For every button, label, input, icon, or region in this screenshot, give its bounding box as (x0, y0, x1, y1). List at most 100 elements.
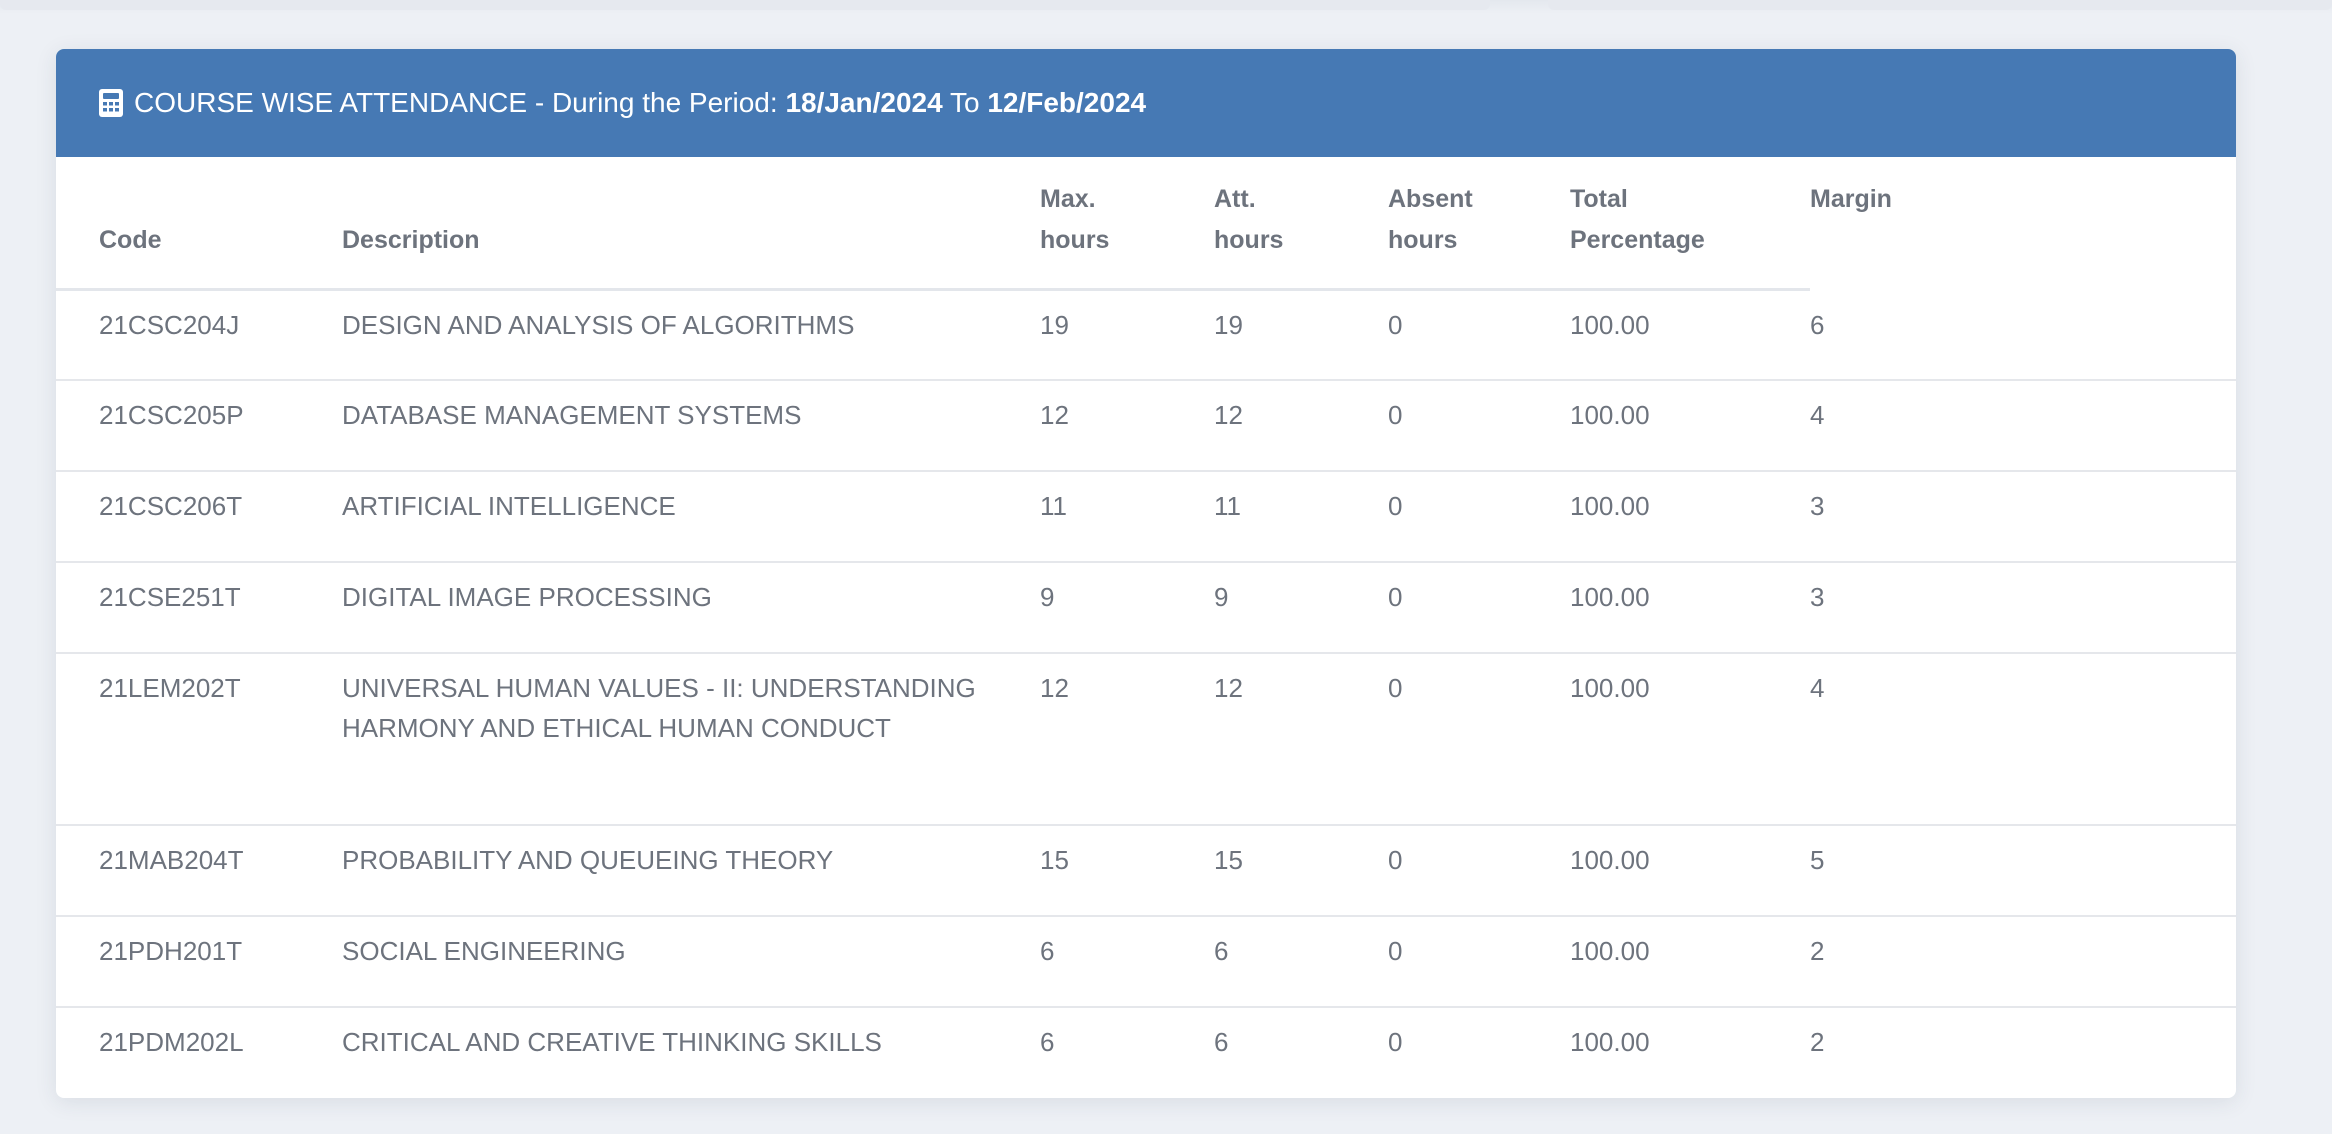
cell-code: 21PDM202L (56, 1007, 342, 1098)
cell-margin: 3 (1810, 562, 2236, 654)
cell-att-hours-text: 6 (1214, 936, 1229, 966)
cell-total-percentage-text: 100.00 (1570, 582, 1650, 612)
cell-margin: 5 (1810, 825, 2236, 917)
cell-code: 21CSC205P (56, 380, 342, 472)
cell-max-hours: 9 (1040, 562, 1214, 654)
column-header-max-hours[interactable]: Max. hours (1040, 157, 1214, 291)
cell-absent-hours-text: 0 (1388, 400, 1403, 430)
cell-total-percentage-text: 100.00 (1570, 936, 1650, 966)
cell-margin: 3 (1810, 471, 2236, 563)
cell-code: 21CSC206T (56, 471, 342, 563)
cell-code: 21MAB204T (56, 825, 342, 917)
cell-total-percentage: 100.00 (1570, 562, 1810, 654)
cell-absent-hours-text: 0 (1388, 936, 1403, 966)
cell-absent-hours-text: 0 (1388, 491, 1403, 521)
cell-att-hours: 11 (1214, 471, 1388, 563)
cell-absent-hours-text: 0 (1388, 309, 1403, 340)
cell-absent-hours-text: 0 (1388, 582, 1403, 612)
cell-description: ARTIFICIAL INTELLIGENCE (342, 471, 1040, 563)
cell-max-hours: 19 (1040, 289, 1214, 381)
cell-margin-text: 2 (1810, 1027, 1825, 1057)
cell-code-text: 21PDM202L (99, 1027, 244, 1057)
column-header-att-hours-line2: hours (1214, 226, 1284, 254)
cell-att-hours-text: 19 (1214, 309, 1243, 340)
cell-description: UNIVERSAL HUMAN VALUES - II: UNDERSTANDI… (342, 653, 1040, 826)
cell-max-hours-text: 9 (1040, 582, 1055, 612)
cell-code: 21PDH201T (56, 916, 342, 1008)
cell-max-hours-text: 19 (1040, 309, 1069, 340)
cell-description-text: CRITICAL AND CREATIVE THINKING SKILLS (342, 1027, 882, 1057)
cell-absent-hours: 0 (1388, 825, 1570, 917)
cell-total-percentage: 100.00 (1570, 289, 1810, 381)
cell-description-text: UNIVERSAL HUMAN VALUES - II: UNDERSTANDI… (342, 673, 976, 743)
cell-total-percentage: 100.00 (1570, 471, 1810, 563)
cell-margin-text: 6 (1810, 309, 1825, 340)
column-header-absent-hours-line2: hours (1388, 226, 1458, 254)
cell-margin-text: 3 (1810, 582, 1825, 612)
attendance-card: COURSE WISE ATTENDANCE - During the Peri… (56, 49, 2236, 1098)
cell-description: CRITICAL AND CREATIVE THINKING SKILLS (342, 1007, 1040, 1098)
cell-absent-hours-text: 0 (1388, 845, 1403, 875)
column-header-absent-hours[interactable]: Absent hours (1388, 157, 1570, 291)
cell-margin: 2 (1810, 916, 2236, 1008)
attendance-card-header: COURSE WISE ATTENDANCE - During the Peri… (56, 49, 2236, 157)
cell-code-text: 21MAB204T (99, 845, 244, 875)
column-header-att-hours[interactable]: Att. hours (1214, 157, 1388, 291)
cell-code: 21CSC204J (56, 289, 342, 381)
cell-att-hours-text: 11 (1214, 491, 1241, 521)
cell-margin-text: 4 (1810, 673, 1825, 703)
table-row: 21PDH201T SOCIAL ENGINEERING 6 6 0 100.0… (56, 916, 2236, 1008)
column-header-code[interactable]: Code (56, 157, 342, 291)
table-row: 21CSC204J DESIGN AND ANALYSIS OF ALGORIT… (56, 289, 2236, 381)
cell-total-percentage-text: 100.00 (1570, 491, 1650, 521)
column-header-total-percentage[interactable]: Total Percentage (1570, 157, 1810, 291)
cell-total-percentage-text: 100.00 (1570, 1027, 1650, 1057)
cell-total-percentage: 100.00 (1570, 1007, 1810, 1098)
cell-margin-text: 3 (1810, 491, 1825, 521)
cell-att-hours-text: 12 (1214, 673, 1243, 703)
cell-att-hours: 19 (1214, 289, 1388, 381)
cell-max-hours-text: 12 (1040, 400, 1069, 430)
cell-max-hours: 15 (1040, 825, 1214, 917)
cell-absent-hours: 0 (1388, 380, 1570, 472)
cell-margin: 2 (1810, 1007, 2236, 1098)
table-row: 21CSC206T ARTIFICIAL INTELLIGENCE 11 11 … (56, 471, 2236, 563)
top-page-edge (0, 0, 2332, 14)
cell-total-percentage-text: 100.00 (1570, 309, 1650, 340)
cell-description-text: ARTIFICIAL INTELLIGENCE (342, 491, 676, 521)
cell-att-hours: 12 (1214, 380, 1388, 472)
cell-description: PROBABILITY AND QUEUEING THEORY (342, 825, 1040, 917)
cell-att-hours-text: 12 (1214, 400, 1243, 430)
cell-code-text: 21CSE251T (99, 582, 241, 612)
cell-code-text: 21CSC204J (99, 309, 240, 340)
cell-att-hours: 6 (1214, 1007, 1388, 1098)
cell-absent-hours: 0 (1388, 916, 1570, 1008)
cell-absent-hours: 0 (1388, 289, 1570, 381)
header-to-label: To (942, 87, 988, 118)
cell-att-hours-text: 9 (1214, 582, 1229, 612)
cell-max-hours: 6 (1040, 916, 1214, 1008)
cell-description-text: SOCIAL ENGINEERING (342, 936, 626, 966)
column-header-description[interactable]: Description (342, 157, 1040, 291)
cell-max-hours: 11 (1040, 471, 1214, 563)
cell-description: DATABASE MANAGEMENT SYSTEMS (342, 380, 1040, 472)
header-to-date: 12/Feb/2024 (987, 87, 1147, 118)
cell-margin: 6 (1810, 289, 2236, 381)
table-row: 21MAB204T PROBABILITY AND QUEUEING THEOR… (56, 825, 2236, 917)
column-header-code-label: Code (99, 226, 162, 254)
cell-att-hours-text: 6 (1214, 1027, 1229, 1057)
column-header-margin[interactable]: Margin (1810, 157, 2236, 291)
cell-total-percentage-text: 100.00 (1570, 400, 1650, 430)
cell-description-text: DIGITAL IMAGE PROCESSING (342, 582, 712, 612)
cell-description: SOCIAL ENGINEERING (342, 916, 1040, 1008)
cell-att-hours: 12 (1214, 653, 1388, 826)
cell-absent-hours: 0 (1388, 471, 1570, 563)
table-row: 21PDM202L CRITICAL AND CREATIVE THINKING… (56, 1007, 2236, 1098)
cell-margin-text: 2 (1810, 936, 1825, 966)
cell-margin: 4 (1810, 380, 2236, 472)
table-row: 21CSE251T DIGITAL IMAGE PROCESSING 9 9 0… (56, 562, 2236, 654)
cell-absent-hours: 0 (1388, 1007, 1570, 1098)
column-header-total-percentage-line2: Percentage (1570, 226, 1705, 254)
cell-absent-hours: 0 (1388, 653, 1570, 826)
column-header-description-label: Description (342, 226, 480, 254)
